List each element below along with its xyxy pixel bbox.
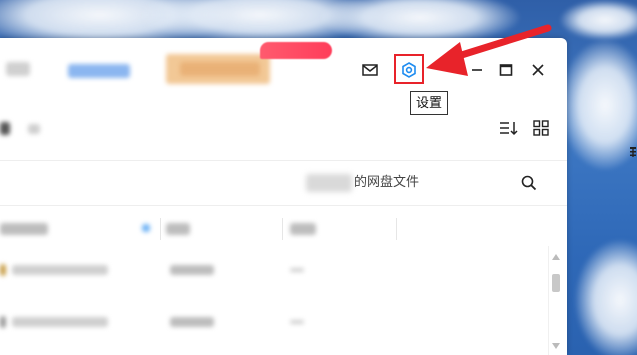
messages-button[interactable] <box>358 58 382 82</box>
search-button[interactable] <box>517 171 541 195</box>
settings-highlight-box <box>394 54 424 84</box>
close-button[interactable] <box>526 58 550 82</box>
file-row[interactable] <box>0 248 540 294</box>
column-divider[interactable] <box>282 218 283 240</box>
mail-icon <box>362 64 378 76</box>
file-icon <box>0 316 6 328</box>
wallpaper-cloud <box>575 240 637 355</box>
file-size <box>290 268 304 272</box>
grid-view-button[interactable] <box>529 116 553 140</box>
wallpaper-cloud <box>560 0 637 40</box>
file-list-header <box>0 210 567 246</box>
vip-badge[interactable] <box>260 42 332 59</box>
breadcrumb[interactable] <box>0 122 10 135</box>
scrollbar-thumb[interactable] <box>552 274 560 292</box>
column-divider[interactable] <box>160 218 161 240</box>
file-toolbar <box>0 112 567 144</box>
wallpaper-cloud <box>560 40 637 170</box>
desktop-icon-label-fragment <box>629 146 637 160</box>
minimize-button[interactable] <box>465 58 489 82</box>
search-placeholder-prefix <box>306 174 352 192</box>
grid-view-icon <box>533 120 549 136</box>
file-name <box>12 317 108 327</box>
minimize-icon <box>472 69 482 71</box>
file-date <box>170 265 214 275</box>
scroll-down-icon[interactable] <box>552 343 560 349</box>
desktop: 设置 的网盘文件 <box>0 0 637 355</box>
column-header-date[interactable] <box>166 223 190 235</box>
file-icon <box>0 264 6 276</box>
sort-button[interactable] <box>497 116 521 140</box>
user-name <box>180 62 260 76</box>
file-row[interactable] <box>0 300 540 346</box>
close-icon <box>532 64 544 76</box>
column-header-name[interactable] <box>0 223 48 235</box>
maximize-button[interactable] <box>494 58 518 82</box>
scroll-up-icon[interactable] <box>552 254 560 260</box>
sort-indicator <box>142 224 150 232</box>
vertical-scrollbar[interactable] <box>548 246 563 355</box>
maximize-icon <box>499 64 513 76</box>
file-date <box>170 317 214 327</box>
app-logo[interactable] <box>6 62 30 76</box>
search-input-placeholder[interactable]: 的网盘文件 <box>354 161 419 205</box>
file-size <box>290 320 304 324</box>
netdisk-window: 设置 的网盘文件 <box>0 38 567 355</box>
column-divider[interactable] <box>396 218 397 240</box>
search-bar[interactable]: 的网盘文件 <box>0 160 567 206</box>
column-header-size[interactable] <box>290 223 316 235</box>
search-icon <box>521 175 537 191</box>
file-name <box>12 265 108 275</box>
breadcrumb-item[interactable] <box>28 124 40 134</box>
sort-icon <box>500 122 518 136</box>
nav-tab-active[interactable] <box>68 64 130 78</box>
title-bar: 设置 <box>0 38 567 115</box>
